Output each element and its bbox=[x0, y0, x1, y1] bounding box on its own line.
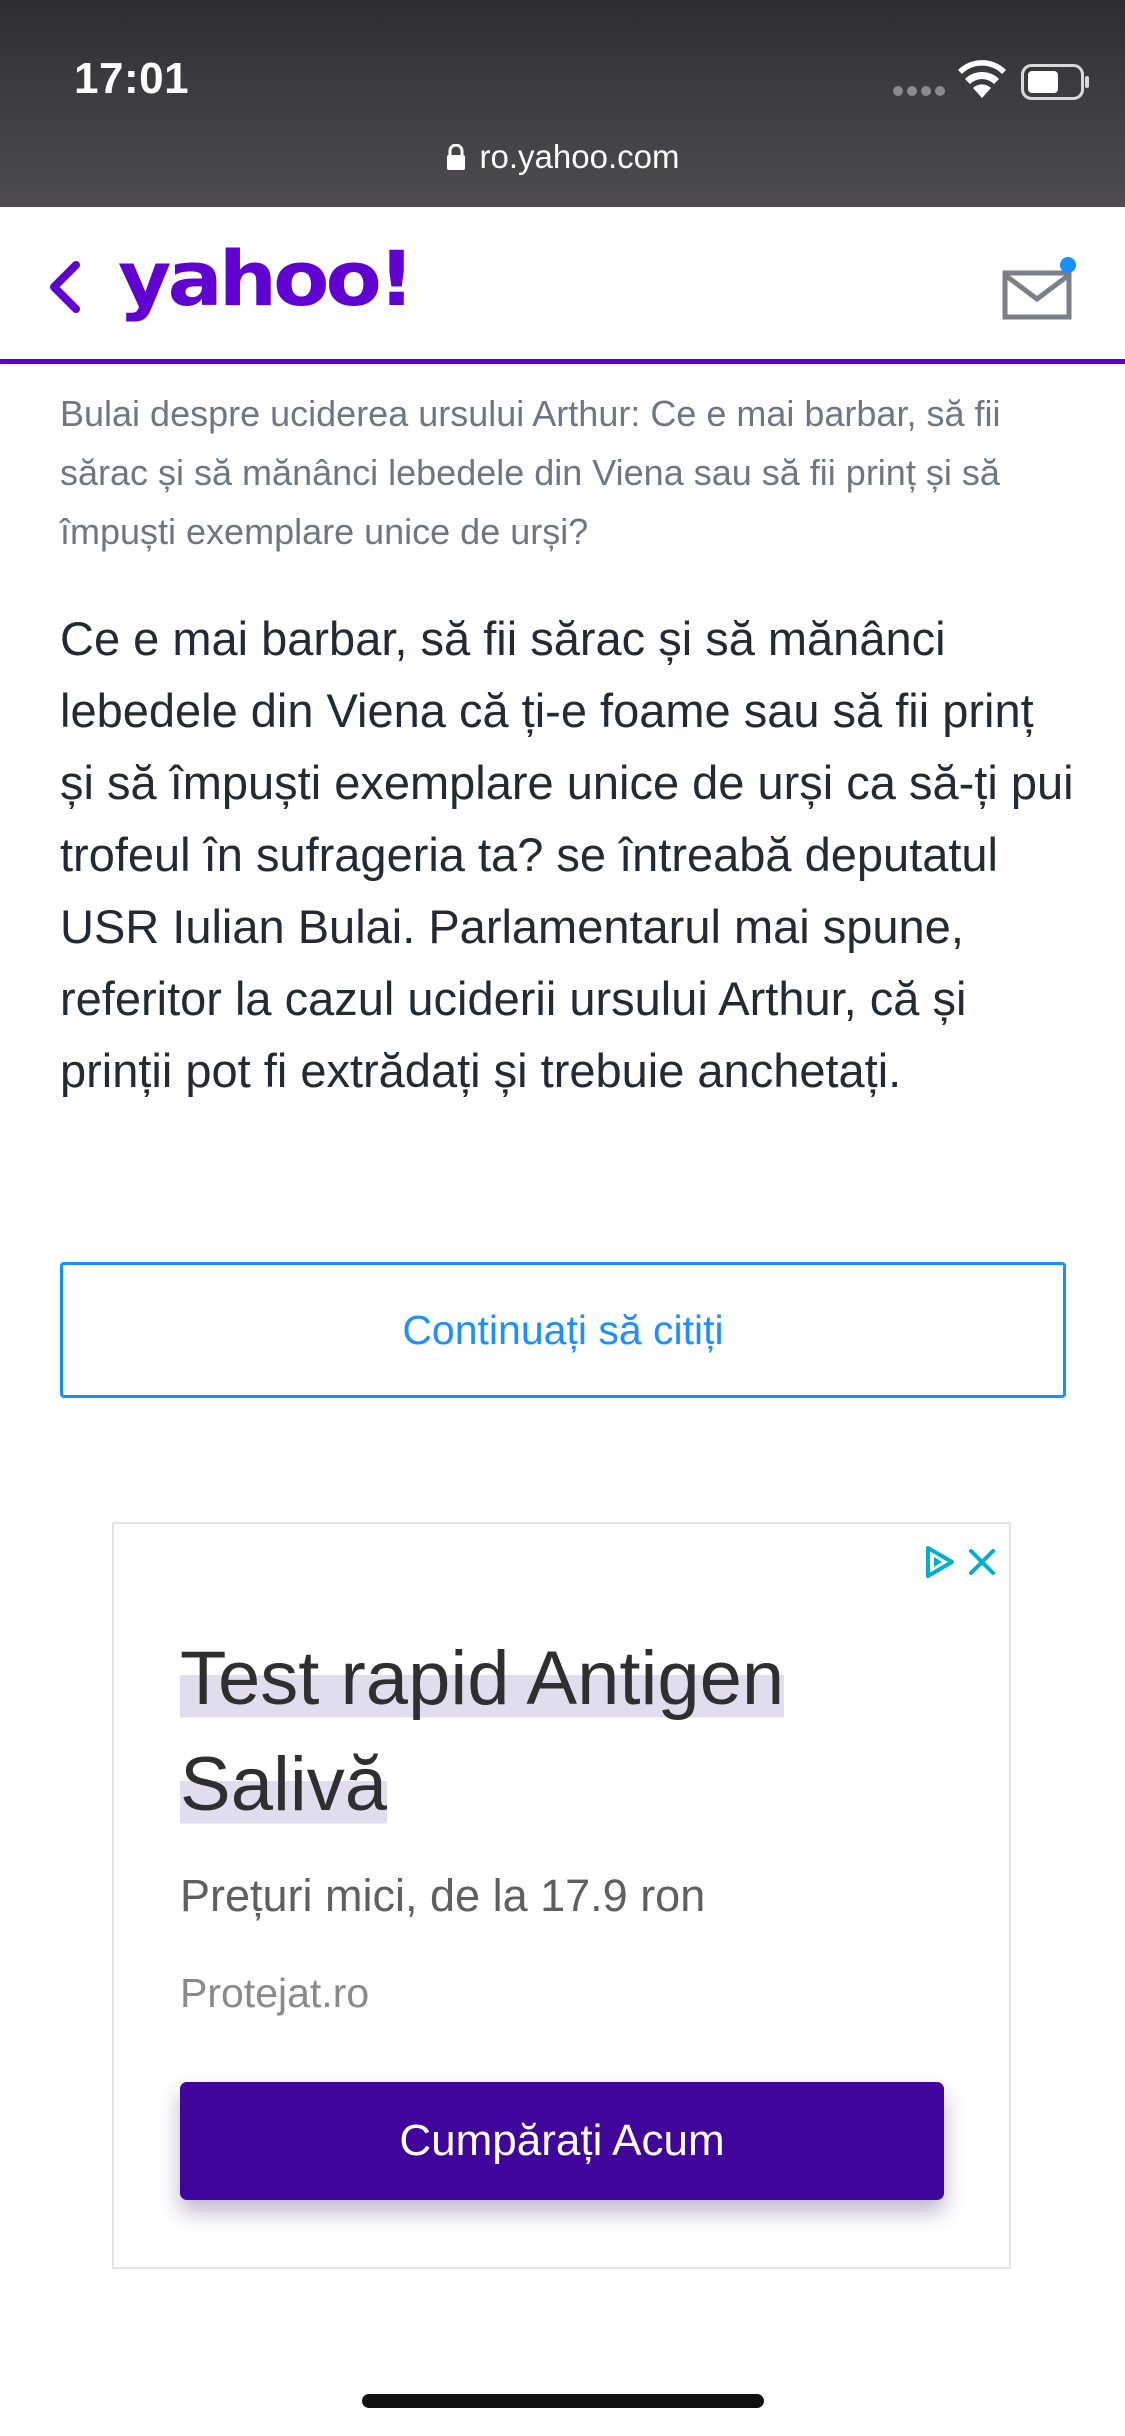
continue-reading-button[interactable]: Continuați să citiți bbox=[60, 1262, 1066, 1398]
site-header: yahoo! bbox=[0, 207, 1125, 364]
article-summary: Bulai despre uciderea ursului Arthur: Ce… bbox=[60, 393, 1001, 552]
ad-card[interactable]: Test rapid Antigen Salivă Prețuri mici, … bbox=[112, 1522, 1011, 2269]
yahoo-logo[interactable]: yahoo! bbox=[118, 242, 415, 317]
adchoices-icon[interactable] bbox=[922, 1544, 958, 1580]
ad-source: Protejat.ro bbox=[180, 1970, 370, 2016]
address-bar[interactable]: ro.yahoo.com bbox=[0, 138, 1125, 176]
close-icon[interactable] bbox=[968, 1548, 996, 1576]
lock-icon bbox=[446, 143, 465, 170]
mail-icon[interactable] bbox=[1000, 255, 1080, 323]
cellular-signal-icon bbox=[893, 86, 945, 98]
back-chevron-icon[interactable] bbox=[44, 259, 84, 315]
browser-top-bar: 17:01 ro.yahoo.com bbox=[0, 0, 1125, 207]
battery-icon bbox=[1021, 64, 1089, 100]
ad-title[interactable]: Test rapid Antigen Salivă bbox=[180, 1626, 960, 1838]
wifi-icon bbox=[958, 60, 1006, 98]
ad-buy-now-button[interactable]: Cumpărați Acum bbox=[180, 2082, 944, 2200]
article-body: Ce e mai barbar, să fii sărac și să mănâ… bbox=[60, 612, 1074, 1097]
status-time: 17:01 bbox=[74, 54, 190, 103]
url-text: ro.yahoo.com bbox=[479, 138, 680, 175]
ad-subtitle: Prețuri mici, de la 17.9 ron bbox=[180, 1870, 706, 1921]
home-indicator[interactable] bbox=[362, 2394, 764, 2408]
